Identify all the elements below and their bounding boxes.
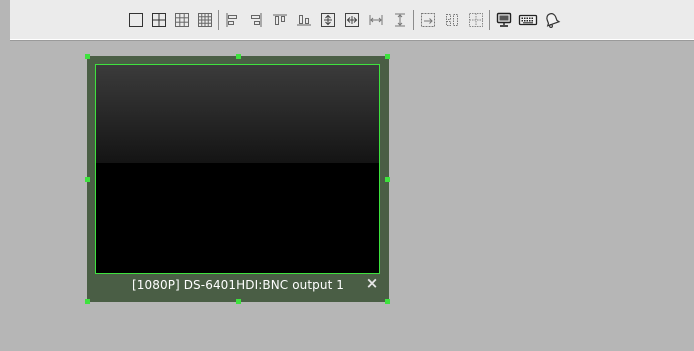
split-16-icon[interactable] [194,9,216,31]
single-screen-icon[interactable] [125,9,147,31]
resize-handle-bottom[interactable] [236,299,241,304]
align-left-icon[interactable] [221,9,243,31]
bell-icon[interactable] [541,9,563,31]
resize-handle-bottom-right[interactable] [385,299,390,304]
center-horizontal-icon[interactable] [341,9,363,31]
merge-icon[interactable] [417,9,439,31]
split-icon[interactable] [441,9,463,31]
align-bottom-icon[interactable] [293,9,315,31]
split-9-icon[interactable] [171,9,193,31]
split-4-icon[interactable] [148,9,170,31]
close-icon[interactable]: × [365,275,379,291]
equal-width-icon[interactable] [365,9,387,31]
monitor-icon[interactable] [493,9,515,31]
resize-handle-bottom-left[interactable] [85,299,90,304]
resize-handle-left[interactable] [85,177,90,182]
toolbar-separator [218,10,219,30]
resize-handle-top[interactable] [236,54,241,59]
resize-handle-right[interactable] [385,177,390,182]
toolbar [10,0,694,40]
resize-handle-top-right[interactable] [385,54,390,59]
window-caption: [1080P] DS-6401HDI:BNC output 1 [131,278,345,292]
align-right-icon[interactable] [245,9,267,31]
toolbar-separator [489,10,490,30]
video-preview-lower [96,163,379,273]
equal-height-icon[interactable] [389,9,411,31]
screen-window[interactable]: [1080P] DS-6401HDI:BNC output 1 × [87,56,389,302]
grid-icon[interactable] [465,9,487,31]
toolbar-separator [413,10,414,30]
align-top-icon[interactable] [269,9,291,31]
resize-handle-top-left[interactable] [85,54,90,59]
center-vertical-icon[interactable] [317,9,339,31]
video-preview[interactable] [95,64,380,274]
video-preview-upper [96,65,379,163]
keyboard-icon[interactable] [517,9,539,31]
